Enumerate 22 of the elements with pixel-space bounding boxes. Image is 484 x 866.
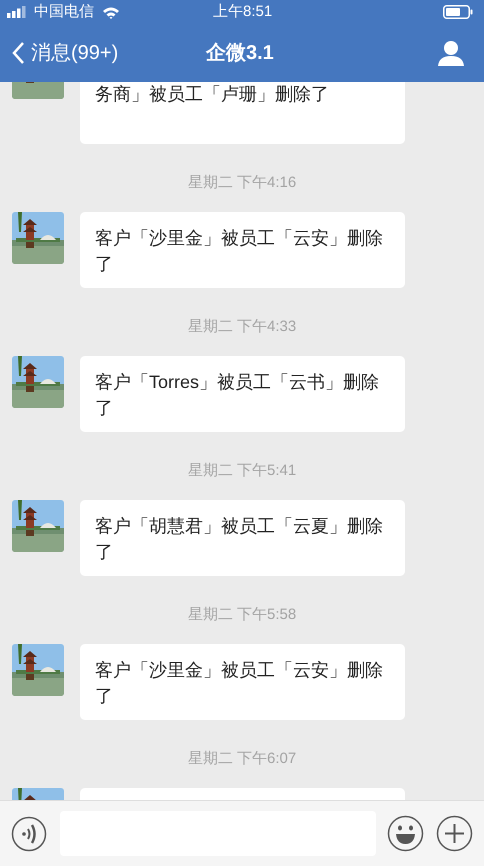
person-icon: [438, 40, 464, 66]
back-icon: [11, 41, 25, 65]
message-text: 客户「胡慧君」被员工「云夏」删除了: [95, 516, 383, 562]
voice-icon[interactable]: [11, 816, 47, 852]
message-text: 客户「沙里金」被员工「云安」删除了: [95, 228, 383, 274]
back-button[interactable]: 消息(99+): [0, 38, 118, 68]
wifi-icon: [102, 6, 120, 18]
plus-icon[interactable]: [436, 815, 473, 852]
clock-time: 上午8:51: [213, 2, 272, 22]
carrier-name: 中国电信: [34, 2, 94, 22]
profile-button[interactable]: [438, 40, 464, 66]
message-text: 务商」被员工「卢珊」删除了: [95, 84, 329, 104]
timestamp: 星期二 下午5:41: [188, 461, 296, 481]
smiley-icon[interactable]: [387, 815, 424, 852]
timestamp: 星期二 下午4:16: [188, 173, 296, 193]
timestamp: 星期二 下午6:07: [188, 749, 296, 769]
message-text: 客户「沙里金」被员工「云安」删除了: [95, 660, 383, 706]
chat-title: 企微3.1: [206, 41, 274, 66]
message-text: 客户「Torres」被员工「云书」删除了: [95, 372, 380, 418]
timestamp: 星期二 下午5:58: [188, 605, 296, 625]
timestamp: 星期二 下午4:33: [188, 317, 296, 337]
battery-icon: [443, 5, 473, 19]
